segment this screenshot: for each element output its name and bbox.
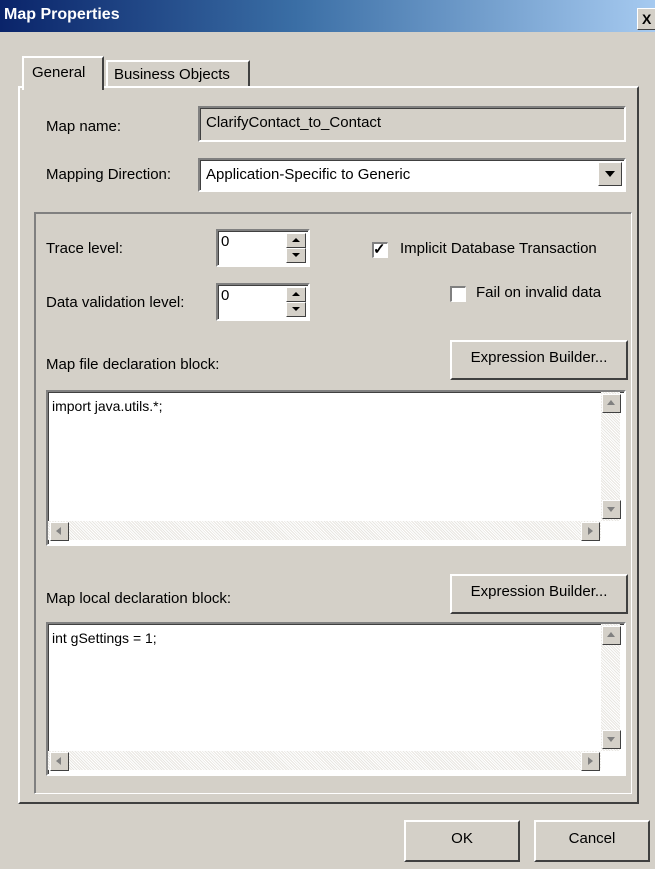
data-validation-up-button[interactable] [286,287,306,302]
arrow-down-icon [607,507,615,512]
fail-on-invalid-data-label: Fail on invalid data [476,284,602,301]
chevron-down-icon [605,171,615,177]
arrow-right-icon [588,757,593,765]
close-icon: X [642,11,652,27]
arrow-up-icon [292,292,300,296]
map-file-declaration-editor[interactable]: import java.utils.*; [46,390,626,546]
tab-business-objects-label: Business Objects [114,66,230,83]
trace-level-spinner[interactable]: 0 [216,229,310,267]
local-expression-builder-button[interactable]: Expression Builder... [450,574,628,614]
tab-general-label: General [32,64,86,81]
cancel-button[interactable]: Cancel [534,820,650,862]
arrow-right-icon [588,527,593,535]
arrow-up-icon [292,238,300,242]
local-expression-builder-label: Expression Builder... [470,583,608,600]
map-local-declaration-label: Map local declaration block: [46,590,232,607]
scroll-right-button[interactable] [581,752,600,771]
trace-level-up-button[interactable] [286,233,306,248]
map-local-declaration-code: int gSettings = 1; [52,630,157,646]
arrow-down-icon [607,737,615,742]
tab-general[interactable]: General [22,56,104,90]
dropdown-button[interactable] [598,162,622,186]
scroll-up-button[interactable] [602,394,621,413]
map-file-declaration-code: import java.utils.*; [52,398,163,414]
arrow-down-icon [292,307,300,311]
data-validation-level-value: 0 [221,287,230,304]
mapping-direction-label: Mapping Direction: [46,166,172,183]
implicit-db-transaction-label: Implicit Database Transaction [400,240,597,257]
mapping-direction-value: Application-Specific to Generic [206,166,411,183]
scroll-left-button[interactable] [50,522,69,541]
map-file-declaration-label: Map file declaration block: [46,356,220,373]
data-validation-level-label: Data validation level: [46,294,185,311]
scroll-down-button[interactable] [602,730,621,749]
ok-button-label: OK [451,830,473,847]
map-name-label: Map name: [46,118,122,135]
map-name-value: ClarifyContact_to_Contact [206,114,382,131]
checkmark-icon: ✓ [373,241,386,258]
title-bar: Map Properties X [0,0,655,32]
trace-level-down-button[interactable] [286,248,306,263]
tab-business-objects[interactable]: Business Objects [106,60,250,88]
horizontal-scrollbar[interactable] [48,751,601,770]
file-expression-builder-button[interactable]: Expression Builder... [450,340,628,380]
ok-button[interactable]: OK [404,820,520,862]
mapping-direction-select[interactable]: Application-Specific to Generic [198,158,626,192]
arrow-down-icon [292,253,300,257]
arrow-left-icon [56,757,61,765]
data-validation-down-button[interactable] [286,302,306,317]
horizontal-scrollbar[interactable] [48,521,601,540]
trace-level-label: Trace level: [46,240,123,257]
window-title: Map Properties [4,6,120,23]
trace-level-value: 0 [221,233,230,250]
close-button[interactable]: X [637,8,655,30]
arrow-left-icon [56,527,61,535]
implicit-db-transaction-checkbox[interactable]: ✓ [372,241,388,258]
scroll-right-button[interactable] [581,522,600,541]
map-name-field[interactable]: ClarifyContact_to_Contact [198,106,626,142]
file-expression-builder-label: Expression Builder... [470,349,608,366]
scroll-down-button[interactable] [602,500,621,519]
scroll-up-button[interactable] [602,626,621,645]
arrow-up-icon [607,632,615,637]
map-properties-dialog: Map Properties X General Business Object… [0,0,655,869]
map-local-declaration-editor[interactable]: int gSettings = 1; [46,622,626,776]
fail-on-invalid-data-checkbox[interactable] [450,286,466,302]
scroll-left-button[interactable] [50,752,69,771]
data-validation-level-spinner[interactable]: 0 [216,283,310,321]
cancel-button-label: Cancel [568,830,616,847]
arrow-up-icon [607,400,615,405]
